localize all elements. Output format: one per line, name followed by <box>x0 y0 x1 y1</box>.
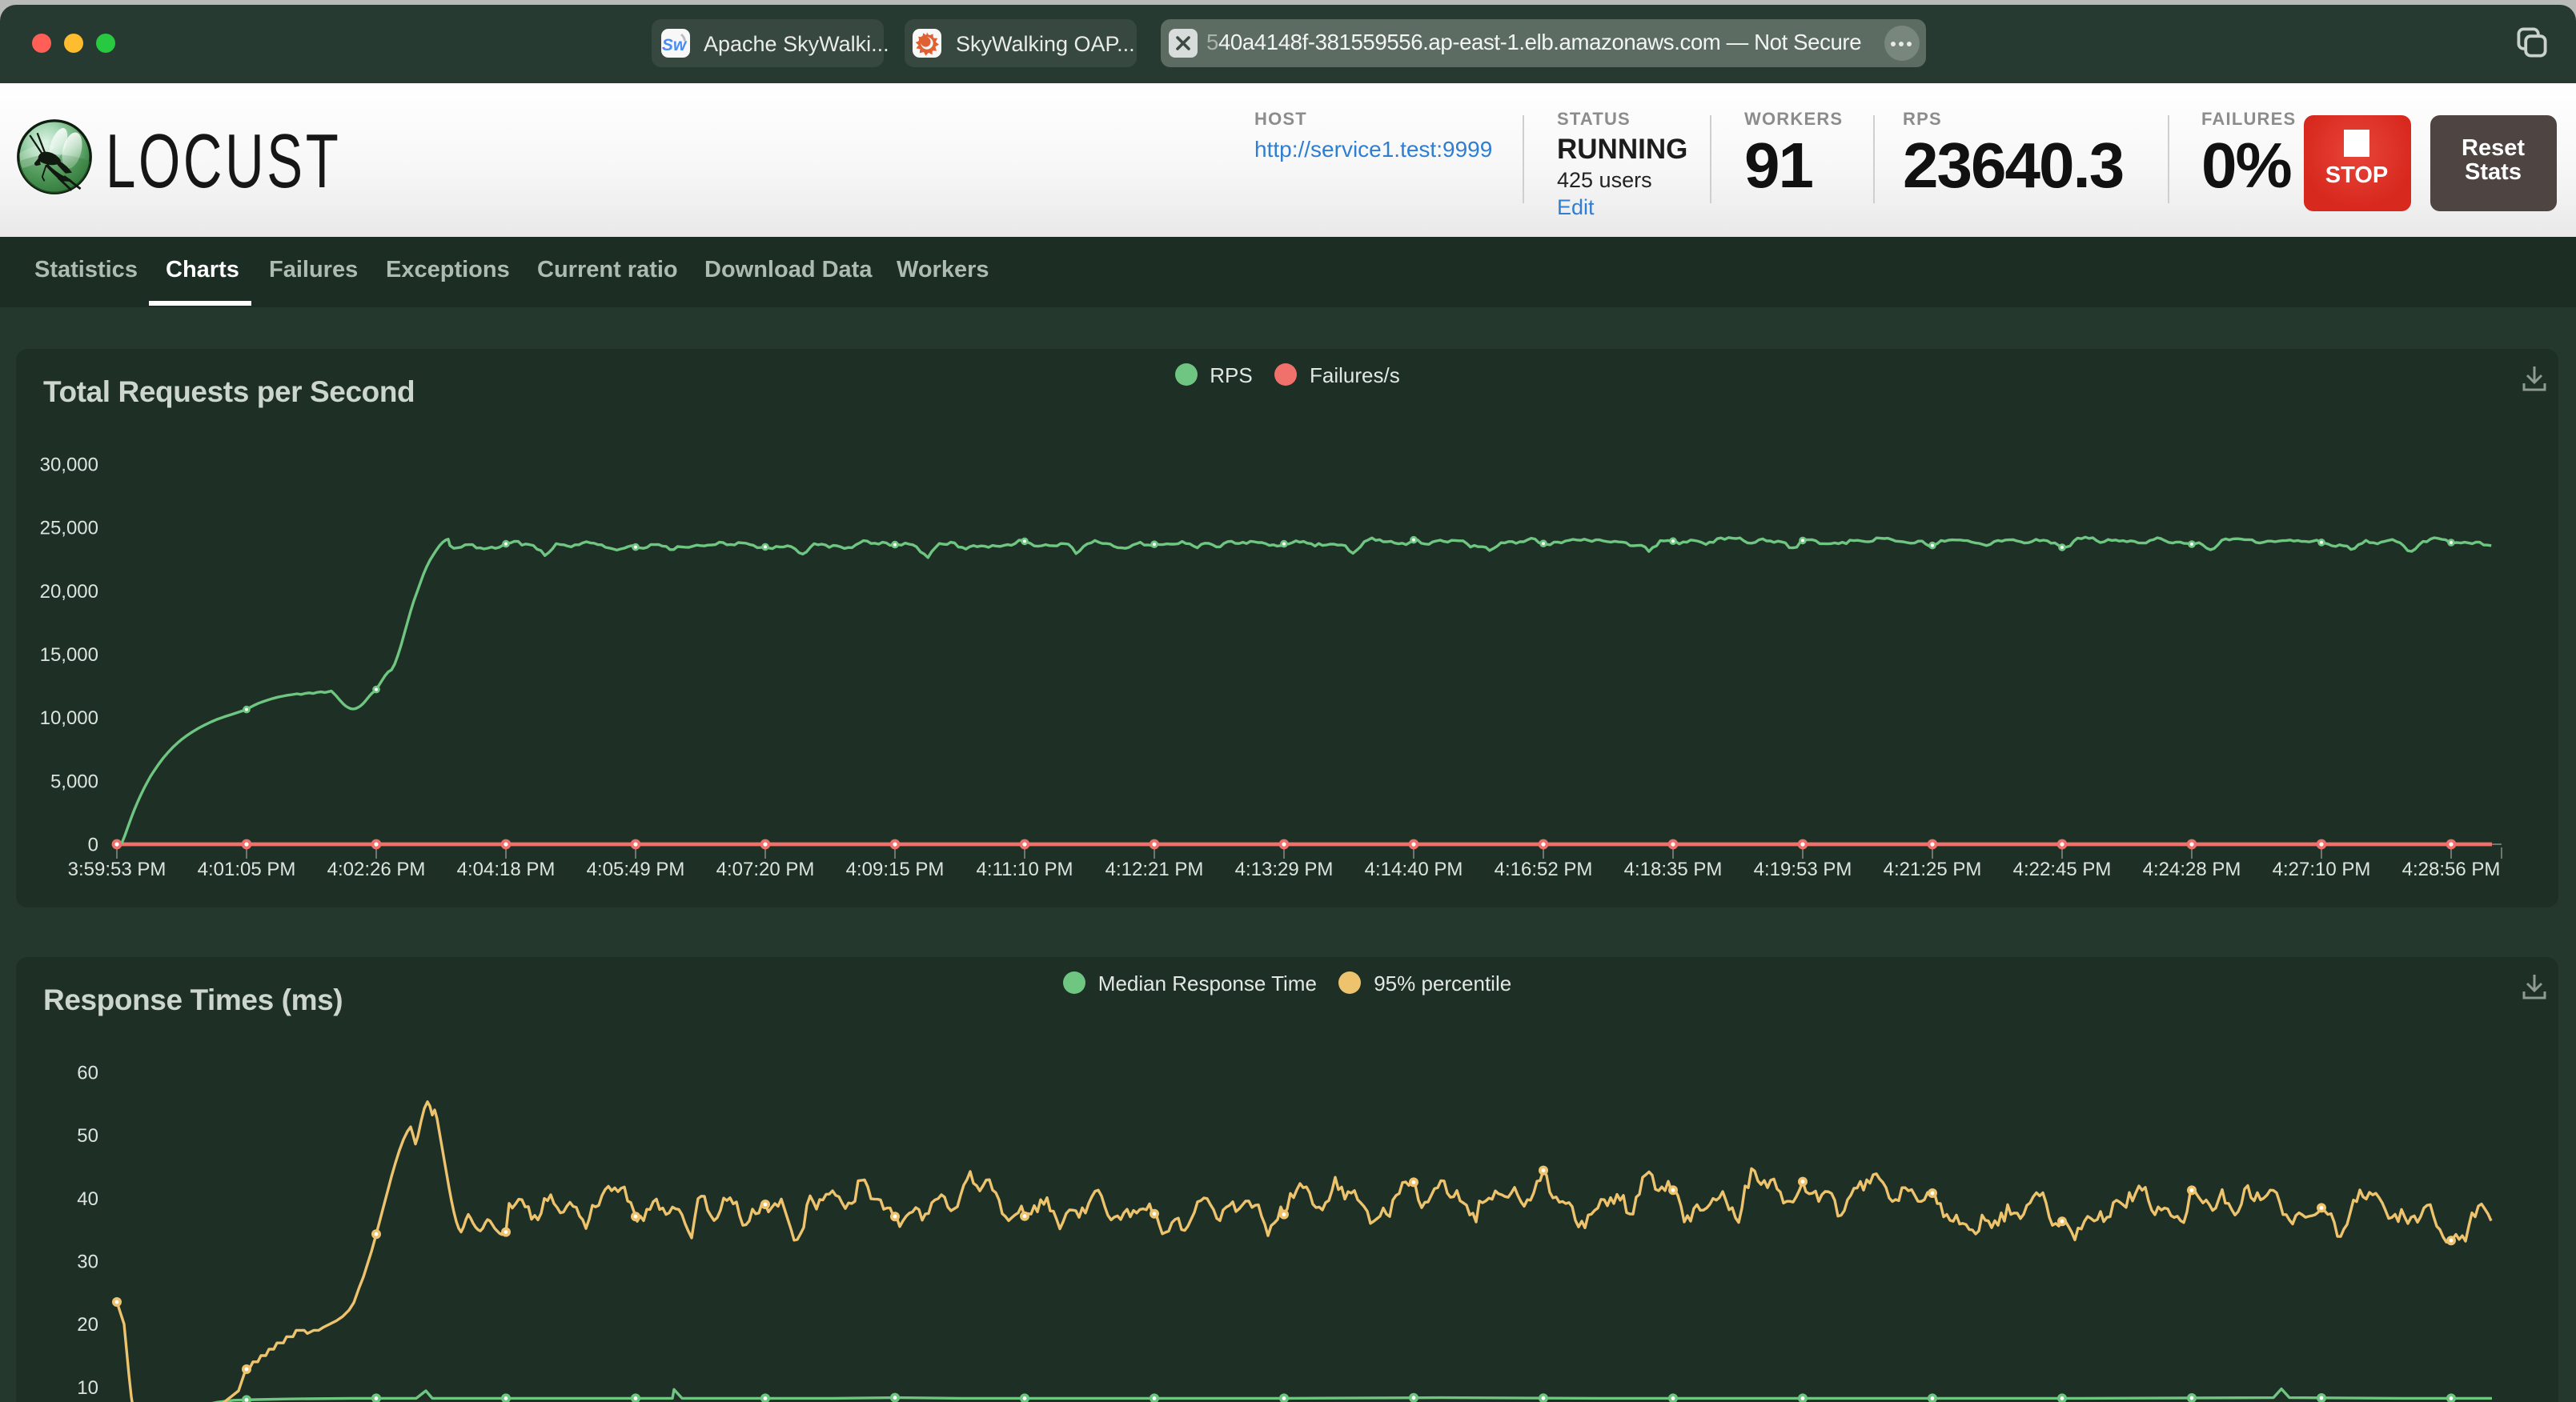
svg-text:4:16:52 PM: 4:16:52 PM <box>1495 859 1593 880</box>
svg-text:4:01:05 PM: 4:01:05 PM <box>198 859 296 880</box>
svg-text:25,000: 25,000 <box>40 518 98 539</box>
svg-text:4:24:28 PM: 4:24:28 PM <box>2143 859 2241 880</box>
svg-text:4:22:45 PM: 4:22:45 PM <box>2013 859 2112 880</box>
svg-text:4:12:21 PM: 4:12:21 PM <box>1105 859 1204 880</box>
svg-text:Sw: Sw <box>661 36 687 54</box>
svg-text:10,000: 10,000 <box>40 707 98 729</box>
svg-text:4:04:18 PM: 4:04:18 PM <box>457 859 556 880</box>
svg-text:15,000: 15,000 <box>40 644 98 666</box>
svg-text:3:59:53 PM: 3:59:53 PM <box>68 859 167 880</box>
svg-text:4:27:10 PM: 4:27:10 PM <box>2273 859 2371 880</box>
svg-text:0: 0 <box>88 835 98 856</box>
svg-text:50: 50 <box>77 1125 98 1147</box>
svg-text:4:18:35 PM: 4:18:35 PM <box>1624 859 1723 880</box>
svg-text:20,000: 20,000 <box>40 581 98 603</box>
svg-text:4:28:56 PM: 4:28:56 PM <box>2402 859 2501 880</box>
svg-text:4:19:53 PM: 4:19:53 PM <box>1754 859 1852 880</box>
svg-text:4:14:40 PM: 4:14:40 PM <box>1365 859 1463 880</box>
svg-text:40: 40 <box>77 1188 98 1210</box>
svg-text:5,000: 5,000 <box>50 771 98 792</box>
svg-text:60: 60 <box>77 1062 98 1084</box>
svg-text:4:09:15 PM: 4:09:15 PM <box>846 859 945 880</box>
svg-text:10: 10 <box>77 1377 98 1399</box>
svg-text:4:13:29 PM: 4:13:29 PM <box>1235 859 1334 880</box>
svg-text:30: 30 <box>77 1251 98 1272</box>
svg-text:4:07:20 PM: 4:07:20 PM <box>716 859 815 880</box>
svg-text:4:02:26 PM: 4:02:26 PM <box>327 859 426 880</box>
svg-text:4:11:10 PM: 4:11:10 PM <box>977 859 1073 880</box>
svg-text:4:05:49 PM: 4:05:49 PM <box>587 859 685 880</box>
svg-text:20: 20 <box>77 1314 98 1336</box>
svg-text:4:21:25 PM: 4:21:25 PM <box>1884 859 1982 880</box>
svg-text:30,000: 30,000 <box>40 454 98 475</box>
